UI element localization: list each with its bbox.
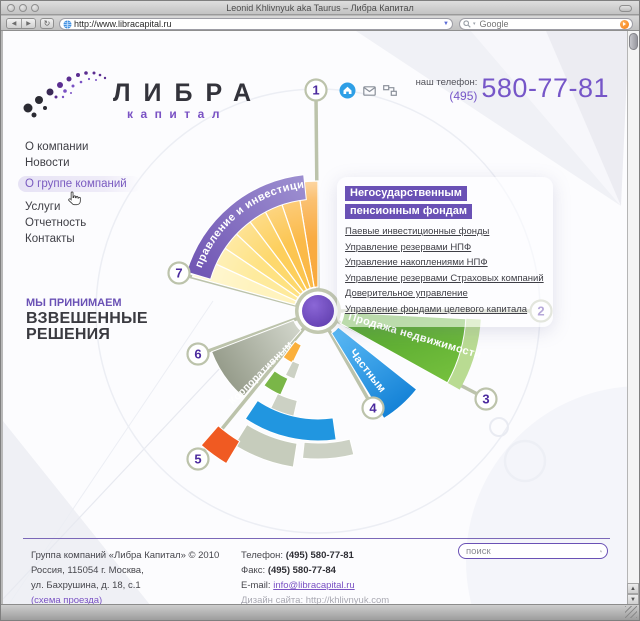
diagram-hub[interactable] (295, 288, 341, 334)
footer-contacts-col: Телефон: (495) 580-77-81 Факс: (495) 580… (241, 548, 389, 606)
scroll-up-button[interactable]: ▲ (627, 583, 639, 594)
resize-grip[interactable] (625, 606, 637, 618)
panel-link-endowment[interactable]: Управление фондами целевого капитала (345, 304, 545, 315)
marker-6[interactable]: 6 (186, 342, 210, 366)
url-input[interactable] (72, 19, 444, 29)
tagline: МЫ ПРИНИМАЕМ ВЗВЕШЕННЫЕ РЕШЕНИЯ (26, 297, 148, 343)
mail-icon[interactable] (363, 85, 376, 96)
history-buttons: ◀ ▶ (6, 18, 36, 29)
svg-text:1: 1 (312, 83, 319, 98)
main-nav: О компании Новости О группе компаний Усл… (18, 141, 141, 249)
site-search-field[interactable] (458, 543, 608, 559)
panel-link-pif[interactable]: Паевые инвестиционные фонды (345, 226, 545, 237)
search-icon (463, 20, 471, 28)
forward-button[interactable]: ▶ (21, 19, 35, 28)
footer-fax-label: Факс: (241, 565, 266, 576)
phone-label: наш телефон: (415, 77, 478, 88)
svg-text:3: 3 (482, 392, 489, 407)
panel-link-insurance-reserves[interactable]: Управление резервами Страховых компаний (345, 273, 545, 284)
window-titlebar[interactable]: Leonid Khlivnyuk aka Taurus – Либра Капи… (1, 1, 639, 15)
header-icons (339, 82, 397, 99)
url-dropdown-icon[interactable]: ▼ (443, 19, 449, 29)
nav-item-contacts[interactable]: Контакты (25, 233, 141, 245)
window-bottom-bar (1, 604, 639, 620)
nav-item-reports[interactable]: Отчетность (25, 217, 141, 229)
nav-item-services[interactable]: Услуги (25, 201, 141, 213)
google-search-field[interactable]: ▾ (459, 18, 633, 30)
pension-panel: Негосударственным пенсионным фондам Паев… (337, 177, 553, 327)
back-button[interactable]: ◀ (7, 19, 21, 28)
footer-address-2: ул. Бахрушина, д. 18, с.1 (31, 580, 141, 591)
panel-link-npf-savings[interactable]: Управление накоплениями НПФ (345, 257, 545, 268)
svg-text:6: 6 (194, 347, 201, 362)
toolbar-toggle-button[interactable] (619, 5, 632, 12)
scrollbar-track[interactable] (627, 31, 639, 606)
sitemap-icon[interactable] (383, 85, 397, 96)
footer-email-link[interactable]: info@libracapital.ru (273, 580, 354, 591)
page-footer: Группа компаний «Либра Капитал» © 2010 Р… (23, 538, 610, 606)
footer-address-1: Россия, 115054 г. Москва, (31, 565, 144, 576)
browser-window: Leonid Khlivnyuk aka Taurus – Либра Капи… (0, 0, 640, 621)
footer-address-col: Группа компаний «Либра Капитал» © 2010 Р… (31, 548, 219, 606)
panel-link-trust[interactable]: Доверительное управление (345, 288, 545, 299)
browser-toolbar: ◀ ▶ ↻ ▼ ▾ (1, 16, 639, 31)
svg-text:5: 5 (194, 452, 201, 467)
phone-number: 580-77-81 (481, 73, 609, 103)
logo-dots (23, 71, 107, 118)
phone-block: наш телефон: (495) 580-77-81 (416, 73, 609, 103)
search-engine-caret-icon[interactable]: ▾ (473, 21, 476, 27)
window-title: Leonid Khlivnyuk aka Taurus – Либра Капи… (226, 3, 414, 13)
nav-item-news[interactable]: Новости (25, 157, 141, 169)
svg-text:4: 4 (369, 401, 377, 416)
marker-4[interactable]: 4 (361, 396, 385, 420)
url-field[interactable]: ▼ (59, 18, 453, 30)
panel-links: Паевые инвестиционные фонды Управление р… (345, 226, 545, 315)
logo-wordmark[interactable]: ЛИБРА (113, 79, 264, 108)
google-search-input[interactable] (477, 19, 618, 29)
hand-cursor-icon (68, 191, 81, 206)
tagline-intro: МЫ ПРИНИМАЕМ (26, 297, 122, 309)
footer-email-label: E-mail: (241, 580, 271, 591)
site-favicon-globe-icon (63, 20, 72, 28)
panel-title-line2: пенсионным фондам (345, 203, 472, 219)
marker-1[interactable]: 1 (304, 78, 328, 102)
footer-phone-label: Телефон: (241, 550, 284, 561)
tagline-line2: РЕШЕНИЯ (26, 326, 111, 343)
tagline-line1: ВЗВЕШЕННЫЕ (26, 310, 148, 327)
scrollbar-thumb[interactable] (628, 33, 638, 50)
reload-button[interactable]: ↻ (40, 18, 54, 29)
footer-company: Группа компаний «Либра Капитал» © 2010 (31, 550, 220, 561)
search-icon[interactable] (600, 546, 602, 557)
snapback-icon[interactable] (620, 19, 629, 29)
svg-text:7: 7 (175, 266, 182, 281)
phone-area-code: (495) (449, 89, 478, 103)
panel-title-line1: Негосударственным (345, 185, 467, 201)
panel-link-npf-reserves[interactable]: Управление резервами НПФ (345, 242, 545, 253)
marker-3[interactable]: 3 (474, 387, 498, 411)
marker-5[interactable]: 5 (186, 447, 210, 471)
marker-7[interactable]: 7 (167, 261, 191, 285)
nav-item-group-active[interactable]: О группе компаний (18, 176, 141, 206)
page-viewport: Управление и инвестиции Продажа недвижим… (3, 31, 629, 606)
logo-subtitle: капитал (127, 107, 227, 121)
nav-item-company[interactable]: О компании (25, 141, 141, 153)
footer-phone-value: (495) 580-77-81 (285, 550, 354, 561)
footer-fax-value: (495) 580-77-84 (267, 565, 336, 576)
home-icon[interactable] (339, 82, 356, 99)
site-search-input[interactable] (464, 545, 600, 557)
